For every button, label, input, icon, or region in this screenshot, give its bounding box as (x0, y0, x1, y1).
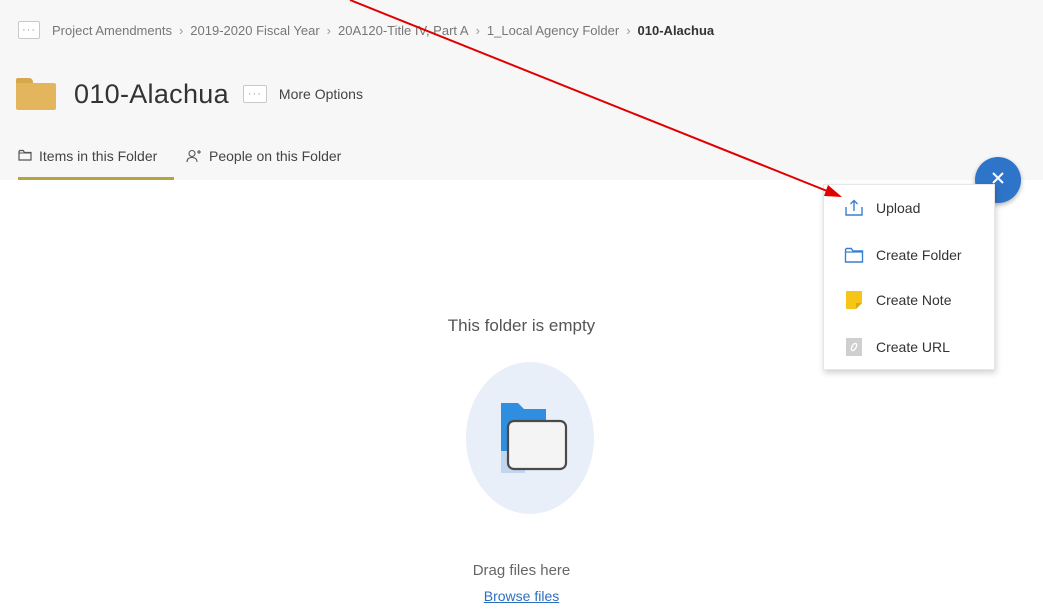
menu-item-create-folder[interactable]: Create Folder (844, 243, 962, 267)
menu-item-label: Create Note (876, 292, 952, 308)
chevron-right-icon: › (178, 22, 184, 38)
chevron-right-icon: › (475, 22, 480, 38)
browse-files-container: Browse files (0, 588, 1043, 604)
menu-item-create-note[interactable]: Create Note (844, 288, 951, 312)
tab-label: Items in this Folder (39, 148, 158, 164)
breadcrumb-current: 010-Alachua (637, 22, 715, 38)
browse-files-link[interactable]: Browse files (484, 588, 559, 604)
tab-people-on-folder[interactable]: People on this Folder (186, 140, 341, 180)
upload-icon (844, 198, 864, 218)
empty-folder-icon (496, 401, 568, 473)
folder-outline-icon (844, 245, 864, 265)
folder-header: ··· Project Amendments › 2019-2020 Fisca… (0, 0, 1043, 180)
more-options-button[interactable]: ··· (242, 85, 267, 103)
link-icon (844, 337, 864, 357)
folder-outline-icon (18, 149, 32, 161)
tab-label: People on this Folder (209, 148, 342, 164)
note-icon (844, 290, 864, 310)
breadcrumb-item-title-iv[interactable]: 20A120-Title IV, Part A (338, 23, 469, 38)
menu-item-upload[interactable]: Upload (844, 196, 920, 220)
menu-item-label: Upload (876, 200, 921, 216)
chevron-right-icon: › (326, 22, 332, 38)
page-title: 010-Alachua (74, 78, 229, 109)
folder-title-row: 010-Alachua ··· More Options (16, 74, 363, 114)
drag-files-hint: Drag files here (472, 562, 571, 579)
breadcrumb-item-project-amendments[interactable]: Project Amendments (52, 23, 172, 38)
breadcrumb-overflow-button[interactable]: ··· (18, 21, 40, 39)
empty-state-message: This folder is empty (447, 316, 596, 335)
breadcrumb: ··· Project Amendments › 2019-2020 Fisca… (18, 20, 714, 40)
breadcrumb-item-fiscal-year[interactable]: 2019-2020 Fiscal Year (190, 23, 319, 38)
add-menu: Upload Create Folder Create Note Create … (823, 184, 995, 370)
tab-items-in-folder[interactable]: Items in this Folder (18, 140, 174, 180)
chevron-right-icon: › (626, 22, 631, 38)
menu-item-label: Create Folder (876, 247, 962, 263)
breadcrumb-item-local-agency-folder[interactable]: 1_Local Agency Folder (487, 23, 619, 38)
menu-item-label: Create URL (876, 339, 950, 355)
folder-icon (16, 78, 56, 110)
more-options-label[interactable]: More Options (279, 86, 363, 102)
person-add-icon (186, 149, 202, 163)
menu-item-create-url[interactable]: Create URL (844, 335, 950, 359)
folder-tabs: Items in this Folder People on this Fold… (18, 140, 353, 180)
